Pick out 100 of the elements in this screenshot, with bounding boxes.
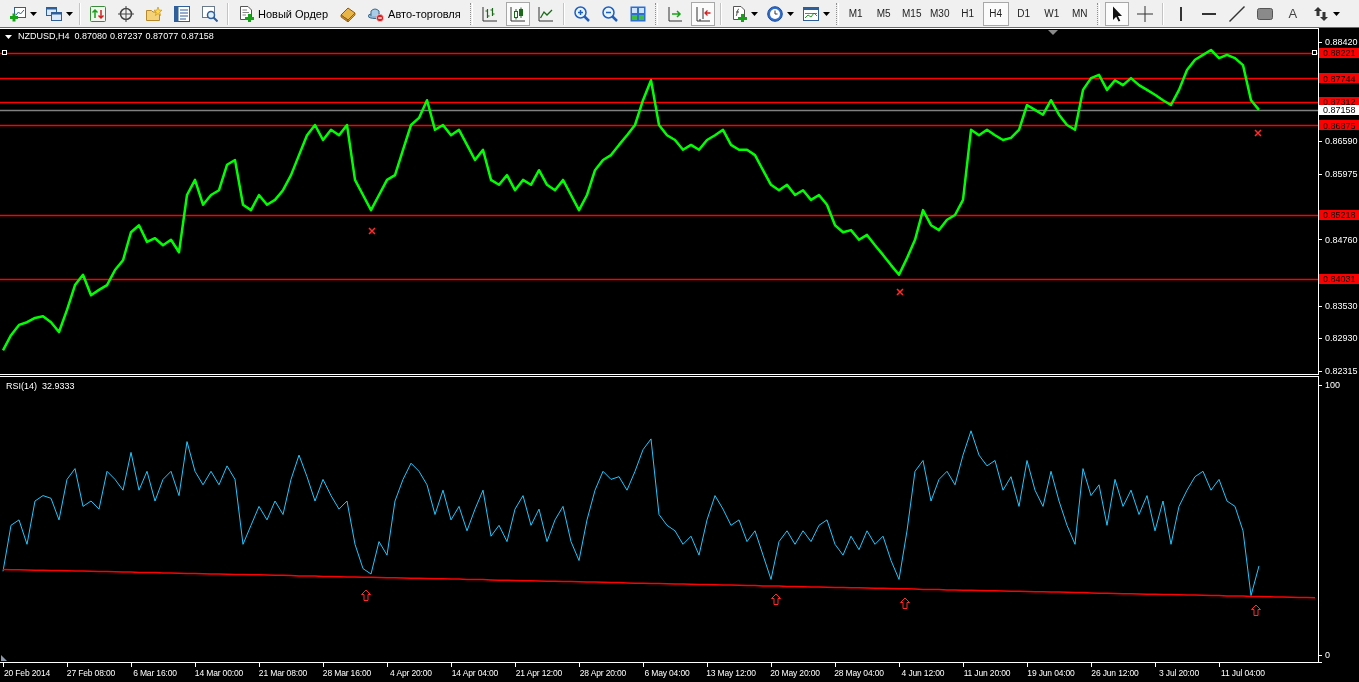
level-line[interactable] xyxy=(0,124,1319,127)
time-label: 21 Mar 08:00 xyxy=(258,668,308,678)
time-label: 28 Apr 20:00 xyxy=(579,668,627,678)
new-order-button[interactable]: Новый Ордер xyxy=(234,1,333,26)
cross-marker-icon xyxy=(1254,129,1262,137)
level-line[interactable] xyxy=(0,109,1319,112)
document-plus-icon xyxy=(238,5,254,22)
time-label: 6 Mar 16:00 xyxy=(133,668,177,678)
timeframe-button[interactable]: H1 xyxy=(954,1,981,26)
time-label: 11 Jun 20:00 xyxy=(963,668,1011,678)
timeframe-button[interactable]: M5 xyxy=(870,1,897,26)
up-arrow-icon xyxy=(361,589,371,601)
bar-chart-icon xyxy=(481,5,498,22)
book-icon xyxy=(340,5,357,22)
chart-plus-icon xyxy=(10,5,26,22)
price-tag: 0.84031 xyxy=(1319,273,1359,284)
price-tag: 0.87744 xyxy=(1319,73,1359,84)
chart-arrows-icon xyxy=(90,5,106,22)
caret-icon xyxy=(66,11,73,16)
caret-icon xyxy=(750,11,758,16)
indicator-title: RSI(14) xyxy=(6,381,37,392)
rsi-level-label: 100 xyxy=(1325,380,1341,391)
trendline-icon xyxy=(1228,5,1245,22)
time-label: 4 Jun 12:00 xyxy=(901,668,945,678)
horizontal-line-icon xyxy=(1201,12,1216,15)
time-label: 26 Jun 12:00 xyxy=(1091,668,1139,678)
timeframe-button[interactable]: M15 xyxy=(898,1,925,26)
timeframe-button[interactable]: D1 xyxy=(1010,1,1037,26)
vertical-line-icon xyxy=(1179,6,1182,21)
zoom-out-icon xyxy=(601,5,618,22)
cross-marker-icon xyxy=(896,288,904,296)
rectangle-icon xyxy=(1256,7,1273,20)
line-handle-icon[interactable] xyxy=(2,50,7,55)
document-plus-icon xyxy=(730,5,747,22)
price-label: 0.85975 xyxy=(1325,169,1358,180)
crosshair-icon xyxy=(1136,5,1153,22)
chart-window-icon xyxy=(802,5,819,22)
price-value: 0.87080 xyxy=(74,31,108,42)
zoom-in-icon xyxy=(573,5,590,22)
scale-marker-icon[interactable] xyxy=(1,655,7,661)
ref-line-label: 0.87158 xyxy=(1323,105,1356,116)
line-handle-icon[interactable] xyxy=(1312,50,1317,55)
hat-stop-icon xyxy=(368,5,385,22)
up-down-arrows-icon xyxy=(1312,5,1329,22)
time-label: 6 May 04:00 xyxy=(644,668,690,678)
time-label: 27 Feb 08:00 xyxy=(66,668,116,678)
price-tag: 0.88221 xyxy=(1319,47,1359,58)
clock-icon xyxy=(766,5,783,22)
timeframe-button[interactable]: H4 xyxy=(982,1,1009,26)
price-label: 0.82930 xyxy=(1325,333,1358,344)
price-value: 0.87237 xyxy=(110,31,143,42)
time-label: 14 Mar 00:00 xyxy=(194,668,244,678)
chart-shift-button[interactable] xyxy=(690,1,715,26)
level-line[interactable] xyxy=(0,214,1319,217)
time-label: 11 Jul 04:00 xyxy=(1221,668,1265,678)
time-label: 4 Apr 20:00 xyxy=(390,668,432,678)
up-arrow-icon xyxy=(1251,604,1261,616)
time-label: 21 Apr 12:00 xyxy=(515,668,563,678)
level-line[interactable] xyxy=(0,52,1319,55)
dropdown-triangle-icon[interactable] xyxy=(5,34,12,39)
folder-star-icon xyxy=(146,5,162,22)
timeframe-button[interactable]: M1 xyxy=(842,1,869,26)
price-label: 0.82315 xyxy=(1325,366,1358,375)
price-tag: 0.87158 xyxy=(1319,105,1359,116)
shift-marker-icon[interactable] xyxy=(1048,30,1058,35)
ref-line-label: 0.85218 xyxy=(1323,209,1356,220)
ref-line-label: 0.87744 xyxy=(1323,73,1356,84)
price-tag: 0.85218 xyxy=(1319,209,1359,220)
time-label: 28 Mar 16:00 xyxy=(322,668,372,678)
candlestick-button[interactable] xyxy=(505,1,530,26)
price-label: 0.88420 xyxy=(1325,37,1358,48)
level-line[interactable] xyxy=(0,101,1319,104)
price-label: 0.83530 xyxy=(1325,300,1358,311)
price-value: 0.87158 xyxy=(181,31,214,42)
time-label: 3 Jul 20:00 xyxy=(1159,668,1199,678)
arrow-axis-icon xyxy=(666,5,683,22)
candlestick-icon xyxy=(509,5,526,22)
price-tag: 0.86875 xyxy=(1319,120,1359,131)
list-window-icon xyxy=(174,5,190,22)
text-tool-button[interactable]: A xyxy=(1280,1,1305,26)
timeframe-button[interactable]: W1 xyxy=(1038,1,1065,26)
level-line[interactable] xyxy=(0,77,1319,80)
timeframe-button[interactable]: M30 xyxy=(926,1,953,26)
cursor-button[interactable] xyxy=(1104,1,1129,26)
time-label: 14 Apr 04:00 xyxy=(451,668,499,678)
price-value: 0.87077 xyxy=(145,31,179,42)
auto-trading-button[interactable]: Авто-торговля xyxy=(364,1,465,26)
target-icon xyxy=(118,5,134,22)
level-line[interactable] xyxy=(0,278,1319,281)
line-chart-icon xyxy=(537,5,554,22)
timeframe-button[interactable]: MN xyxy=(1066,1,1093,26)
time-label: 20 Feb 2014 xyxy=(3,668,51,678)
caret-icon xyxy=(1332,11,1340,16)
ref-line-label: 0.87312 xyxy=(1323,96,1356,107)
shift-arrow-icon xyxy=(694,5,711,22)
price-label: 0.86590 xyxy=(1325,135,1358,146)
price-label: 0.84760 xyxy=(1325,234,1358,245)
rsi-level-label: 0 xyxy=(1325,650,1330,661)
caret-icon xyxy=(30,11,37,16)
time-label: 19 Jun 04:00 xyxy=(1027,668,1075,678)
